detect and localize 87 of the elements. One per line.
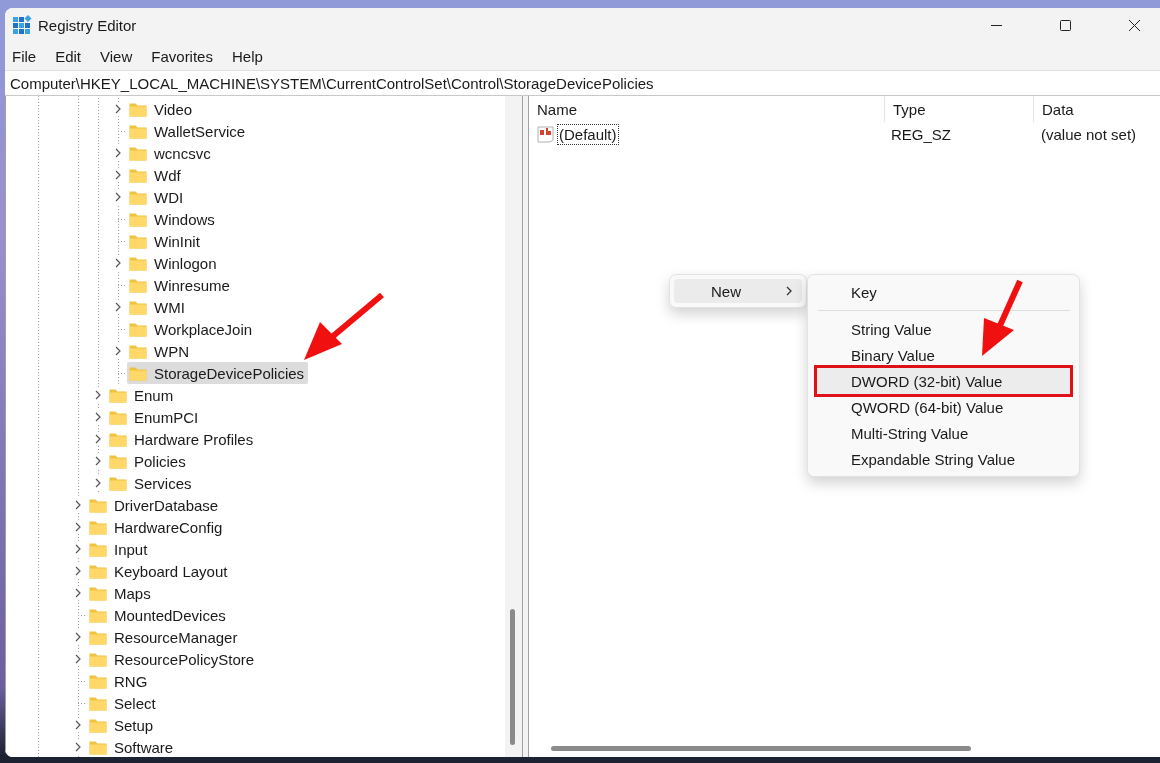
scrollbar-thumb[interactable]: [551, 746, 971, 751]
window-title: Registry Editor: [38, 16, 138, 34]
folder-icon: [129, 189, 147, 205]
tree-item[interactable]: ResourceManager: [87, 626, 242, 648]
folder-icon: [89, 695, 107, 711]
folder-icon: [109, 409, 127, 425]
tree-item[interactable]: HardwareConfig: [87, 516, 227, 538]
value-data: (value not set): [1040, 125, 1138, 143]
menu-item[interactable]: View: [96, 44, 141, 68]
tree-item[interactable]: Winresume: [127, 274, 234, 296]
menu-item[interactable]: QWORD (64-bit) Value: [817, 394, 1070, 420]
folder-icon: [129, 233, 147, 249]
string-value-icon: [537, 125, 555, 143]
menu-item[interactable]: New: [674, 279, 802, 303]
column-header[interactable]: Type: [885, 96, 1034, 122]
tree-item[interactable]: WPN: [127, 340, 193, 362]
folder-icon: [89, 519, 107, 535]
registry-editor-icon: [12, 15, 32, 35]
tree-item[interactable]: Winlogon: [127, 252, 221, 274]
folder-icon: [129, 123, 147, 139]
value-type: REG_SZ: [890, 125, 952, 143]
tree-item[interactable]: Services: [107, 472, 196, 494]
tree-item[interactable]: Select: [87, 692, 160, 714]
folder-icon: [129, 255, 147, 271]
tree-item[interactable]: StorageDevicePolicies: [127, 362, 309, 384]
tree-item[interactable]: Windows: [127, 208, 219, 230]
tree-item[interactable]: ResourcePolicyStore: [87, 648, 259, 670]
folder-icon: [89, 673, 107, 689]
scrollbar-thumb[interactable]: [510, 609, 515, 745]
folder-icon: [109, 453, 127, 469]
tree-item[interactable]: Enum: [107, 384, 178, 406]
folder-icon: [89, 629, 107, 645]
tree-item[interactable]: RNG: [87, 670, 152, 692]
menu-item[interactable]: String Value: [817, 316, 1070, 342]
folder-icon: [89, 563, 107, 579]
folder-icon: [89, 717, 107, 733]
folder-icon: [109, 431, 127, 447]
folder-icon: [89, 585, 107, 601]
folder-icon: [129, 145, 147, 161]
folder-icon: [89, 541, 107, 557]
menu-item[interactable]: Favorites: [147, 44, 221, 68]
menu-item[interactable]: DWORD (32-bit) Value: [817, 368, 1070, 394]
menu-item[interactable]: Binary Value: [817, 342, 1070, 368]
menu-item[interactable]: Edit: [51, 44, 90, 68]
folder-icon: [129, 277, 147, 293]
tree-item[interactable]: Maps: [87, 582, 155, 604]
tree-item[interactable]: Setup: [87, 714, 158, 736]
menu-item[interactable]: Key: [817, 279, 1070, 305]
tree-item[interactable]: WMI: [127, 296, 189, 318]
tree-item[interactable]: WinInit: [127, 230, 204, 252]
tree-item[interactable]: Software: [87, 736, 178, 757]
folder-icon: [129, 365, 147, 381]
tree-item[interactable]: Keyboard Layout: [87, 560, 232, 582]
folder-icon: [129, 321, 147, 337]
tree-item[interactable]: WDI: [127, 186, 188, 208]
tree-item[interactable]: Wdf: [127, 164, 185, 186]
folder-icon: [89, 497, 107, 513]
tree-item[interactable]: Policies: [107, 450, 190, 472]
folder-icon: [129, 343, 147, 359]
tree-item[interactable]: DriverDatabase: [87, 494, 223, 516]
tree-item[interactable]: WalletService: [127, 120, 250, 142]
tree-item[interactable]: Video: [127, 98, 197, 120]
value-name[interactable]: (Default): [557, 123, 619, 145]
tree-item[interactable]: WorkplaceJoin: [127, 318, 257, 340]
tree-item[interactable]: Hardware Profiles: [107, 428, 258, 450]
folder-icon: [89, 651, 107, 667]
menu-item[interactable]: Expandable String Value: [817, 446, 1070, 472]
folder-icon: [129, 299, 147, 315]
tree-item[interactable]: EnumPCI: [107, 406, 203, 428]
address-bar[interactable]: Computer\HKEY_LOCAL_MACHINE\SYSTEM\CurrentControlSet\Control\StorageDevicePolicies: [5, 70, 1160, 96]
menu-item[interactable]: Multi-String Value: [817, 420, 1070, 446]
tree-item[interactable]: Input: [87, 538, 152, 560]
tree-item[interactable]: MountedDevices: [87, 604, 230, 626]
menu-item[interactable]: File: [8, 44, 45, 68]
tree-item[interactable]: wcncsvc: [127, 142, 215, 164]
folder-icon: [89, 739, 107, 755]
folder-icon: [129, 167, 147, 183]
folder-icon: [109, 475, 127, 491]
folder-icon: [129, 101, 147, 117]
column-header[interactable]: Name: [529, 96, 885, 122]
menu-item[interactable]: Help: [227, 44, 271, 68]
column-header[interactable]: Data: [1034, 96, 1160, 122]
folder-icon: [109, 387, 127, 403]
maximize-icon: [1059, 19, 1071, 31]
folder-icon: [129, 211, 147, 227]
close-icon: [1128, 19, 1140, 31]
folder-icon: [89, 607, 107, 623]
